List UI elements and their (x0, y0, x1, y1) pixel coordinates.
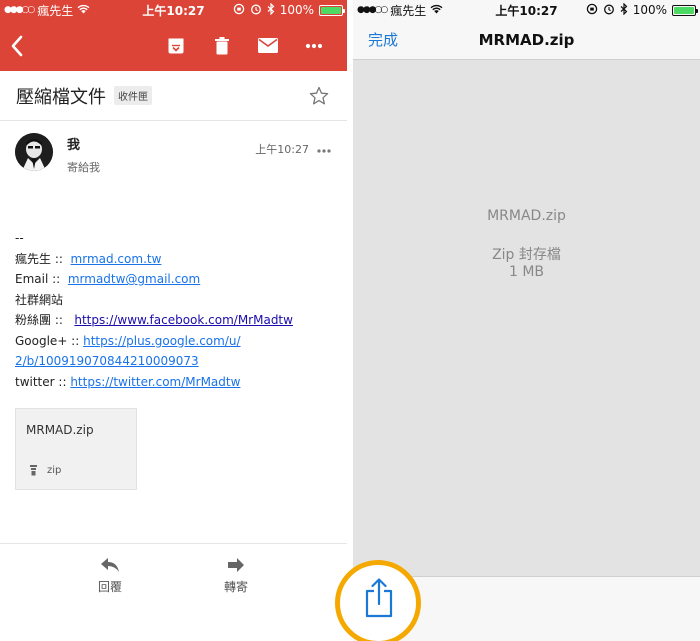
share-button[interactable] (361, 575, 397, 621)
signature-line-google-cont: 2/b/100919070844210009073 (15, 351, 335, 372)
signature-label: Email :: (15, 272, 61, 286)
inbox-label-chip[interactable]: 收件匣 (114, 86, 152, 105)
gmail-header: ●●●○○ 瘋先生 上午10:27 100% (0, 0, 347, 71)
alarm-icon (250, 3, 262, 18)
share-icon (365, 578, 393, 618)
bluetooth-icon (620, 2, 628, 18)
sender-name: 我 (67, 138, 81, 153)
gmail-screen: ●●●○○ 瘋先生 上午10:27 100% 壓縮檔文件 收件匣 我 寄給我 上… (0, 0, 347, 641)
email-subject: 壓縮檔文件 (16, 86, 106, 108)
recipient-line: 寄給我 (67, 161, 100, 174)
wifi-icon (77, 3, 90, 17)
battery-icon (319, 4, 345, 16)
facebook-link[interactable]: https://www.facebook.com/MrMadtw (74, 313, 293, 327)
attachment-name: MRMAD.zip (26, 423, 94, 437)
archive-icon (168, 38, 184, 53)
subject-row: 壓縮檔文件 收件匣 (0, 71, 347, 121)
navigation-bar: 完成 MRMAD.zip (353, 20, 700, 60)
twitter-link[interactable]: https://twitter.com/MrMadtw (70, 375, 240, 389)
battery-fill (321, 6, 341, 14)
attachment-card[interactable]: MRMAD.zip zip (15, 408, 137, 490)
google-plus-link-cont[interactable]: 2/b/100919070844210009073 (15, 354, 199, 368)
preview-file-name: MRMAD.zip (487, 208, 566, 224)
signature-line-twitter: twitter :: https://twitter.com/MrMadtw (15, 372, 335, 393)
orientation-lock-icon (233, 3, 245, 18)
sender-row[interactable]: 我 寄給我 上午10:27 (0, 121, 347, 201)
signature-label: Google+ :: (15, 333, 80, 348)
file-preview-screen: ●●●○○ 瘋先生 上午10:27 100% 完成 MRMAD.zip MRMA… (353, 0, 700, 641)
signature-line-google: Google+ :: https://plus.google.com/u/ (15, 331, 335, 352)
file-preview-area: MRMAD.zip Zip 封存檔 1 MB (353, 60, 700, 576)
bluetooth-icon (267, 2, 275, 18)
status-bar-left: ●●●○○ 瘋先生 上午10:27 100% (0, 0, 347, 20)
delete-button[interactable] (199, 26, 245, 66)
mark-unread-button[interactable] (245, 26, 291, 66)
signature-dash: -- (15, 231, 24, 245)
forward-label: 轉寄 (223, 580, 248, 594)
signature-line-facebook: 粉絲團 :: https://www.facebook.com/MrMadtw (15, 310, 335, 331)
message-time: 上午10:27 (255, 143, 309, 156)
nav-title: MRMAD.zip (478, 30, 575, 49)
google-plus-link[interactable]: https://plus.google.com/u/ (83, 334, 240, 348)
preview-file-size: 1 MB (508, 264, 545, 280)
battery-icon (672, 4, 698, 16)
signature-line-site: 瘋先生 :: mrmad.com.tw (15, 249, 335, 270)
forward-icon (228, 558, 244, 572)
battery-percent: 100% (632, 3, 667, 17)
more-icon (317, 148, 331, 153)
more-button[interactable] (291, 26, 337, 66)
gmail-toolbar (0, 20, 347, 71)
avatar (15, 133, 53, 171)
orientation-lock-icon (586, 3, 598, 18)
email-link[interactable]: mrmadtw@gmail.com (68, 272, 200, 286)
star-button[interactable] (307, 84, 331, 108)
signal-icon: ●●●○○ (4, 5, 35, 15)
signature-line-email: Email :: mrmadtw@gmail.com (15, 269, 335, 290)
alarm-icon (603, 3, 615, 18)
status-bar-right: ●●●○○ 瘋先生 上午10:27 100% (353, 0, 700, 20)
battery-fill (674, 6, 694, 14)
trash-icon (215, 36, 229, 54)
star-icon (309, 86, 329, 104)
email-body: -- 瘋先生 :: mrmad.com.tw Email :: mrmadtw@… (15, 228, 335, 392)
forward-button[interactable]: 轉寄 (206, 558, 266, 595)
carrier-label: 瘋先生 (37, 3, 74, 18)
more-icon (305, 43, 323, 48)
preview-file-type: Zip 封存檔 (492, 247, 561, 263)
zip-file-icon (30, 465, 37, 476)
wifi-icon (430, 3, 443, 17)
reply-icon (101, 558, 119, 572)
attachment-type: zip (47, 465, 62, 476)
signature-line-social: 社群網站 (15, 292, 64, 307)
back-button[interactable] (10, 26, 40, 66)
battery-percent: 100% (279, 3, 314, 17)
reply-label: 回覆 (97, 580, 122, 594)
message-more-button[interactable] (317, 143, 331, 156)
back-arrow-icon (11, 35, 23, 56)
signature-label: 粉絲團 :: (15, 313, 63, 327)
mail-icon (258, 38, 278, 53)
gmail-bottom-bar: 回覆 轉寄 (0, 543, 347, 641)
reply-button[interactable]: 回覆 (80, 558, 140, 595)
signal-icon: ●●●○○ (357, 5, 388, 15)
carrier-label: 瘋先生 (390, 3, 427, 18)
archive-button[interactable] (153, 26, 199, 66)
signature-label: 瘋先生 :: (15, 251, 63, 266)
signature-label: twitter :: (15, 374, 67, 389)
site-link[interactable]: mrmad.com.tw (71, 252, 162, 266)
done-button[interactable]: 完成 (368, 29, 398, 50)
